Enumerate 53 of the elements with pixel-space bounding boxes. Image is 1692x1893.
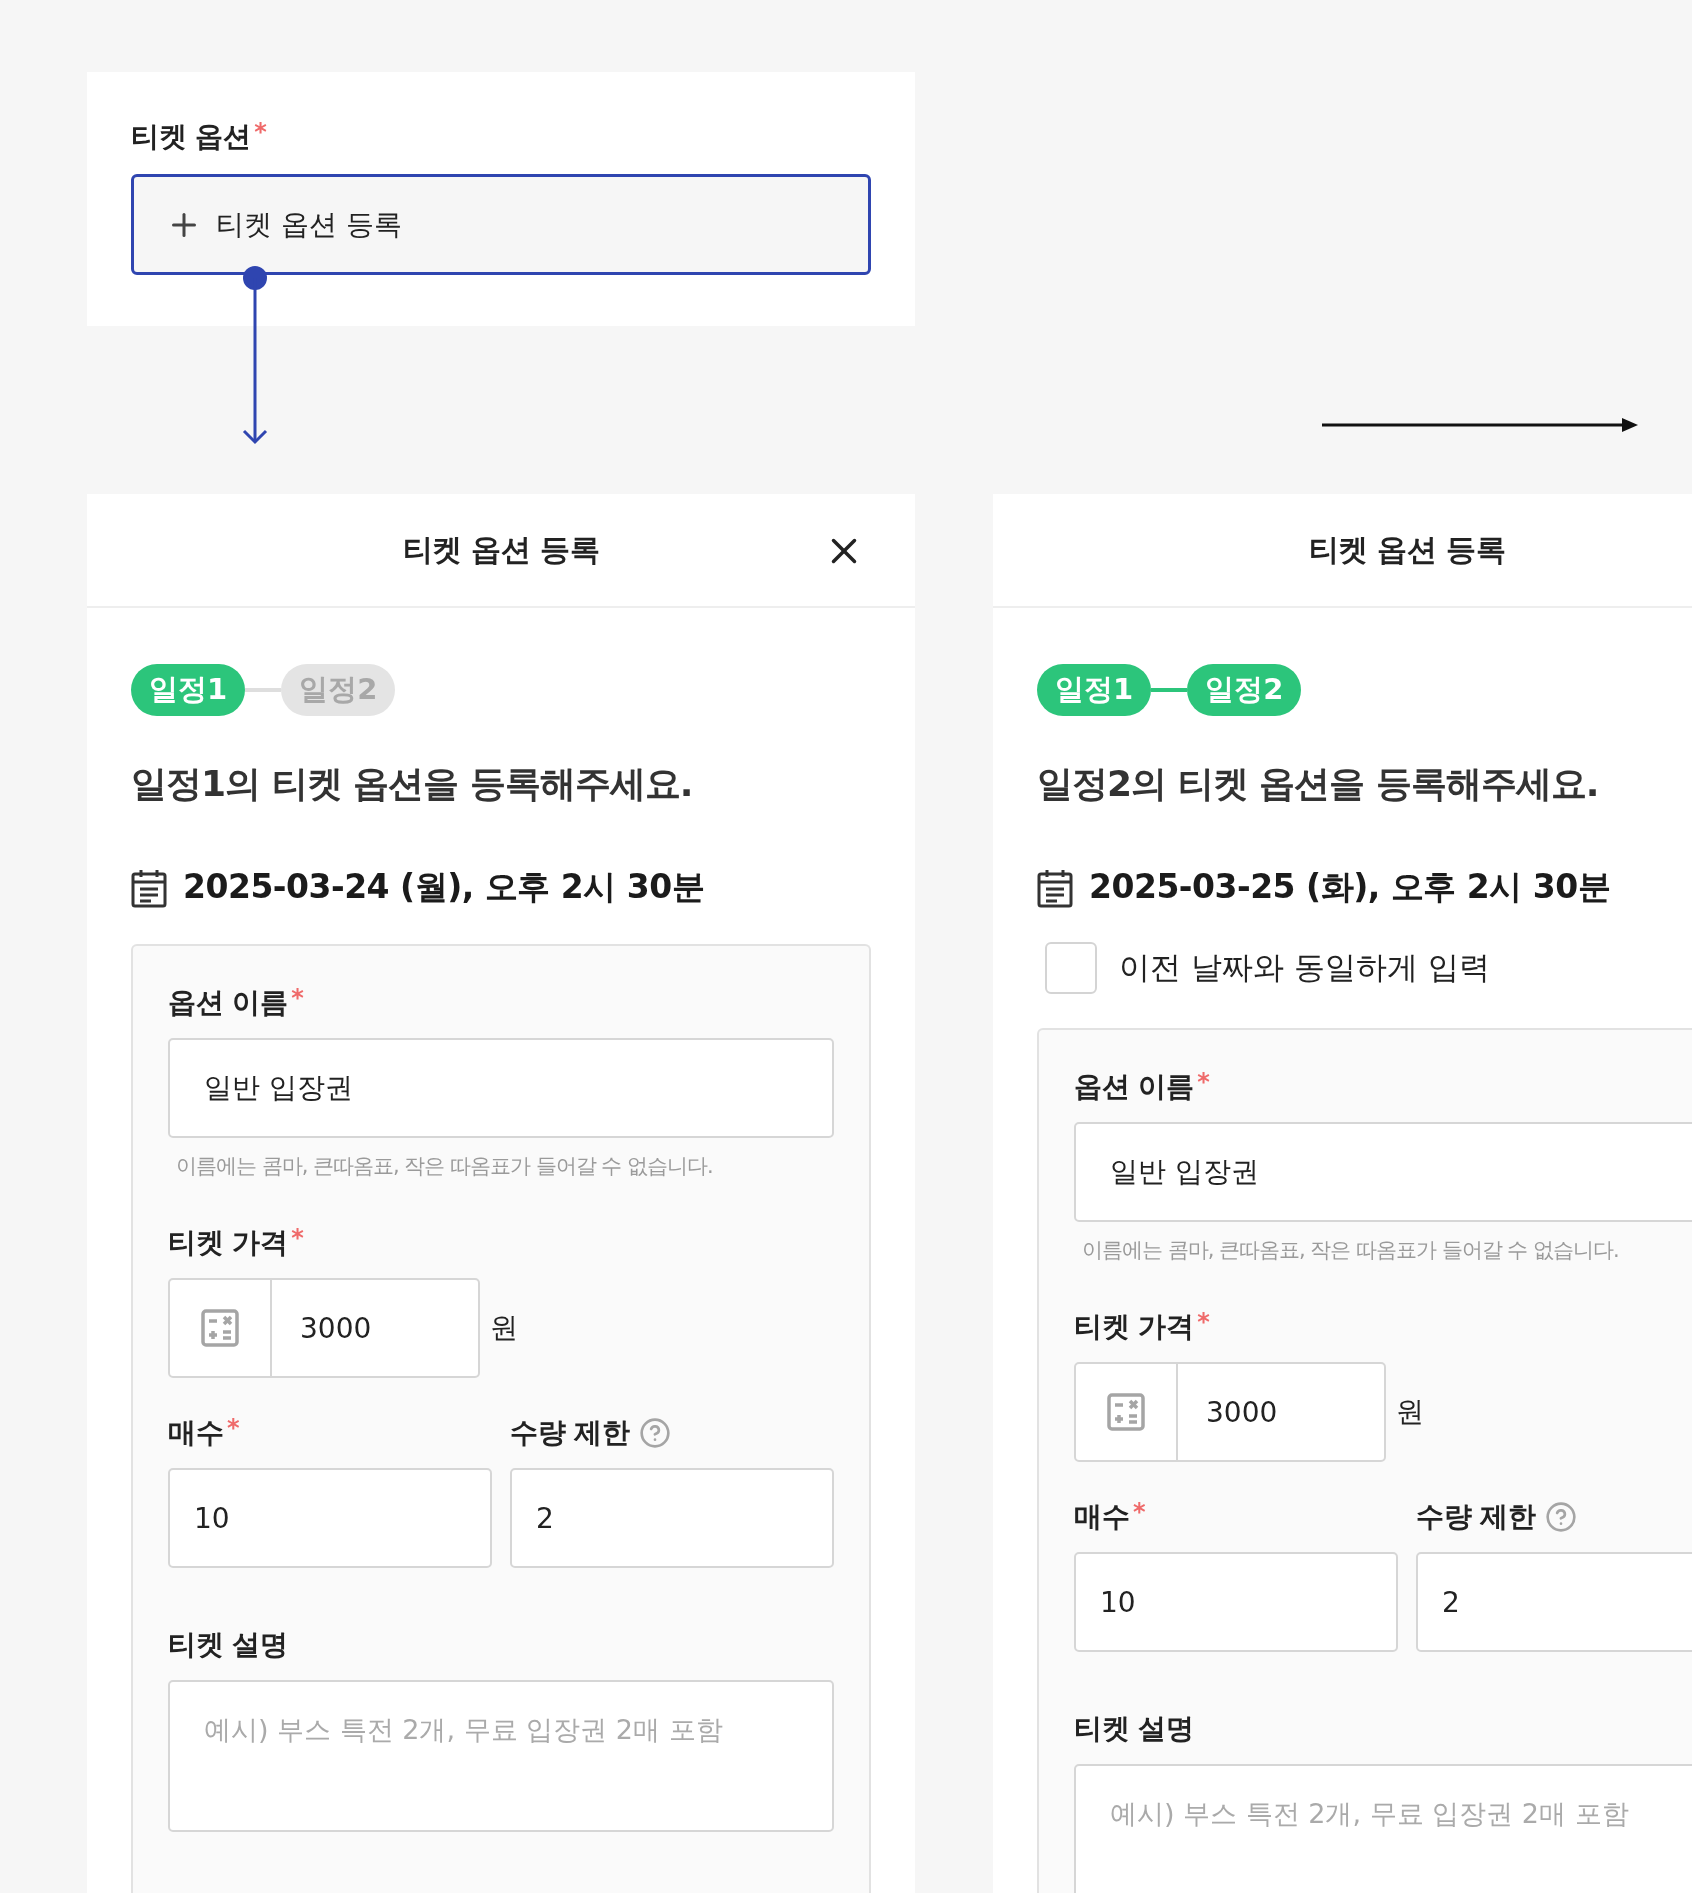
required-mark: * xyxy=(291,1224,304,1252)
step-badge: 일정1 xyxy=(1037,664,1152,716)
required-mark: * xyxy=(1197,1308,1210,1336)
quantity-field[interactable]: 10 xyxy=(168,1468,492,1568)
add-option-button[interactable]: 티켓 옵션 등록 xyxy=(131,174,871,275)
field-hint: 이름에는 콤마, 큰따옴표, 작은 따옴표가 들어갈 수 없습니다. xyxy=(1081,1237,1620,1264)
step-badge: 일정1 xyxy=(131,664,246,716)
description-field[interactable]: 예시) 부스 특전 2개, 무료 입장권 2매 포함 xyxy=(168,1680,834,1832)
price-field[interactable]: 3000 xyxy=(1074,1362,1386,1462)
step-badge: 일정2 xyxy=(281,664,396,716)
schedule-date: 2025-03-25 (화), 오후 2시 30분 xyxy=(1089,866,1611,908)
help-icon[interactable] xyxy=(639,1417,672,1449)
limit-field[interactable]: 2 xyxy=(1416,1552,1692,1652)
option-name-field[interactable]: 일반 입장권 xyxy=(1074,1122,1692,1222)
currency-unit: 원 xyxy=(490,1310,518,1346)
field-label: 티켓 가격 xyxy=(1074,1309,1194,1345)
schedule-date: 2025-03-24 (월), 오후 2시 30분 xyxy=(183,866,705,908)
field-hint: 이름에는 콤마, 큰따옴표, 작은 따옴표가 들어갈 수 없습니다. xyxy=(175,1153,714,1180)
price-input[interactable]: 3000 xyxy=(1178,1364,1384,1460)
field-label: 수량 제한 xyxy=(1416,1499,1536,1535)
field-label: 티켓 설명 xyxy=(168,1627,288,1663)
calendar-icon xyxy=(131,867,167,908)
field-label: 티켓 옵션 xyxy=(131,119,251,155)
limit-field[interactable]: 2 xyxy=(510,1468,834,1568)
required-mark: * xyxy=(1197,1068,1210,1096)
calendar-icon xyxy=(1037,867,1073,908)
required-mark: * xyxy=(291,984,304,1012)
price-input[interactable]: 3000 xyxy=(272,1280,478,1376)
checkbox[interactable] xyxy=(1045,942,1097,994)
required-mark: * xyxy=(227,1414,240,1442)
field-label: 수량 제한 xyxy=(510,1415,630,1451)
quantity-field[interactable]: 10 xyxy=(1074,1552,1398,1652)
section-heading: 일정1의 티켓 옵션을 등록해주세요. xyxy=(131,762,694,806)
field-label: 매수 xyxy=(1074,1499,1129,1535)
currency-unit: 원 xyxy=(1396,1394,1424,1430)
modal-title: 티켓 옵션 등록 xyxy=(1308,530,1506,569)
section-heading: 일정2의 티켓 옵션을 등록해주세요. xyxy=(1037,762,1600,806)
help-icon[interactable] xyxy=(1545,1501,1578,1533)
field-label: 매수 xyxy=(168,1415,223,1451)
required-mark: * xyxy=(1133,1498,1146,1526)
step-badge: 일정2 xyxy=(1187,664,1302,716)
checkbox-label: 이전 날짜와 동일하게 입력 xyxy=(1119,948,1490,987)
calculator-icon xyxy=(200,1308,240,1348)
modal-title: 티켓 옵션 등록 xyxy=(402,530,600,569)
price-field[interactable]: 3000 xyxy=(168,1278,480,1378)
calculator-icon xyxy=(1106,1392,1146,1432)
field-label: 티켓 가격 xyxy=(168,1225,288,1261)
required-mark: * xyxy=(254,118,267,146)
description-field[interactable]: 예시) 부스 특전 2개, 무료 입장권 2매 포함 xyxy=(1074,1764,1692,1893)
field-label: 옵션 이름 xyxy=(1074,1069,1194,1105)
option-name-field[interactable]: 일반 입장권 xyxy=(168,1038,834,1138)
field-label: 옵션 이름 xyxy=(168,985,288,1021)
field-label: 티켓 설명 xyxy=(1074,1711,1194,1747)
